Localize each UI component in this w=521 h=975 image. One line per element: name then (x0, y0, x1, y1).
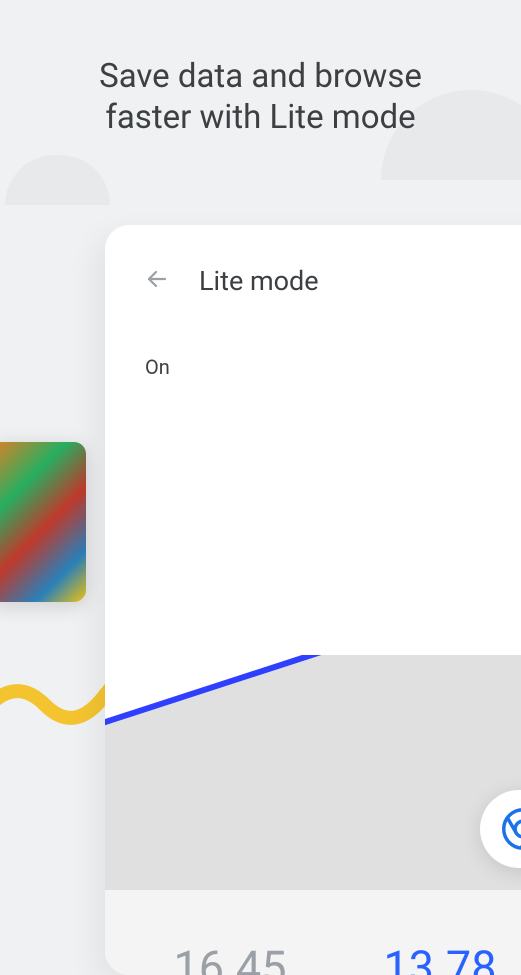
page-headline: Save data and browse faster with Lite mo… (0, 56, 521, 139)
chrome-icon (502, 808, 521, 850)
headline-line: faster with Lite mode (105, 98, 415, 137)
stat-used-value: 16.45 (173, 945, 286, 975)
cloud-decoration (5, 155, 110, 205)
stat-saved-value: 13.78 (383, 945, 496, 975)
lite-mode-card: Lite mode On 16.45 MB used 13.78 MB sav (105, 225, 521, 975)
card-title: Lite mode (199, 265, 319, 297)
back-arrow-icon[interactable] (145, 267, 169, 295)
toggle-label: On (145, 355, 170, 379)
headline-line: Save data and browse (99, 57, 422, 96)
card-header: Lite mode (105, 225, 521, 297)
stat-used: 16.45 MB used (173, 945, 286, 975)
data-stats: 16.45 MB used 13.78 MB saved (105, 945, 521, 975)
background-image-card (0, 442, 86, 602)
lite-mode-toggle-row: On (105, 297, 521, 379)
stat-saved: 13.78 MB saved (383, 945, 496, 975)
